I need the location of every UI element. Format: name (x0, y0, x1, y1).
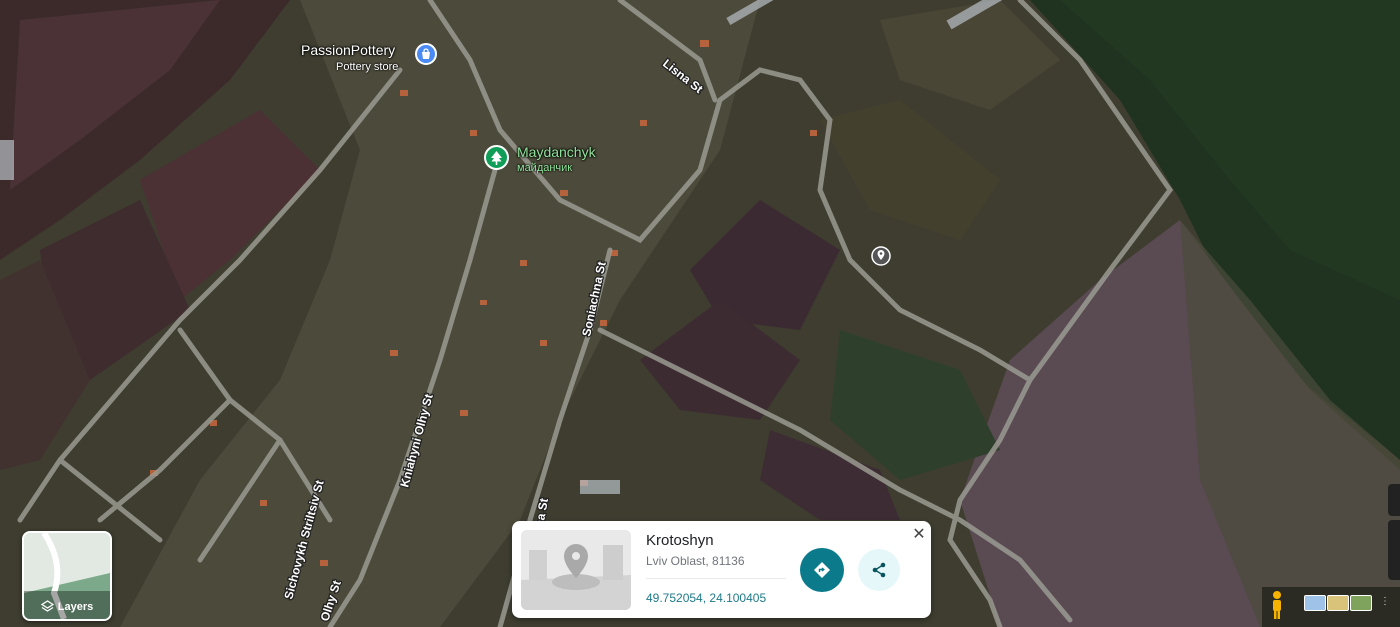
place-title-pottery[interactable]: PassionPottery (301, 42, 395, 58)
zoom-control-bottom[interactable] (1388, 520, 1400, 580)
place-title-park[interactable]: Maydanchyk (517, 144, 596, 160)
more-controls-icon[interactable]: ⋮ (1380, 596, 1390, 607)
map-type-chip-3[interactable] (1350, 595, 1372, 611)
share-button[interactable] (858, 549, 900, 591)
place-info-card: Krotoshyn Lviv Oblast, 81136 49.752054, … (512, 521, 931, 618)
close-icon[interactable]: ✕ (910, 525, 928, 543)
divider (646, 578, 786, 579)
map-type-chip-1[interactable] (1304, 595, 1326, 611)
place-address: Lviv Oblast, 81136 (646, 554, 745, 568)
place-coordinates[interactable]: 49.752054, 24.100405 (646, 591, 766, 605)
pegman-icon[interactable] (1268, 590, 1286, 620)
place-title: Krotoshyn (646, 532, 714, 549)
tree-icon[interactable] (484, 145, 509, 170)
zoom-control-top[interactable] (1388, 484, 1400, 516)
place-subtitle-park: майданчик (517, 162, 573, 174)
directions-icon (814, 562, 830, 578)
street-view-thumbnail-icon (521, 530, 631, 610)
map-type-chip-2[interactable] (1327, 595, 1349, 611)
layers-label-wrap: Layers (24, 600, 110, 613)
layers-icon (40, 600, 54, 612)
place-thumbnail[interactable] (521, 530, 631, 610)
share-icon (872, 562, 886, 578)
layers-button[interactable]: Layers (22, 531, 112, 621)
shopping-bag-icon[interactable] (415, 43, 437, 65)
place-subtitle-pottery: Pottery store (336, 61, 399, 73)
location-pin-icon[interactable] (871, 246, 891, 266)
directions-button[interactable] (800, 548, 844, 592)
layers-label: Layers (57, 600, 94, 613)
